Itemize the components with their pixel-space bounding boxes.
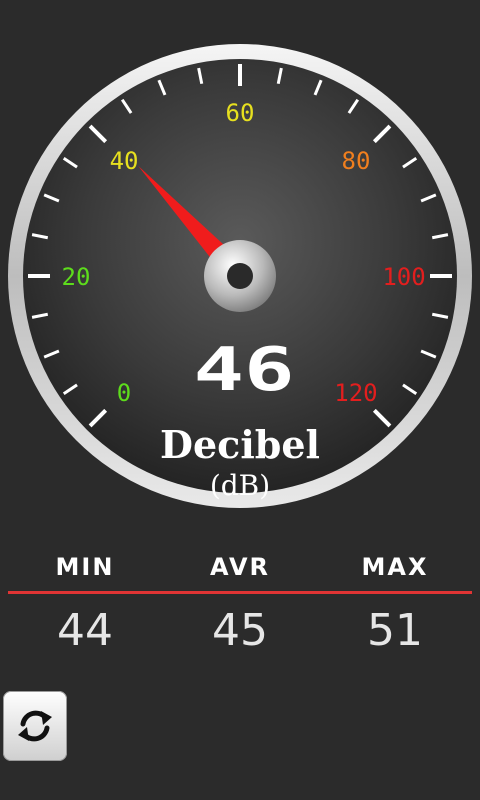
scale-label: 20 — [62, 263, 91, 291]
min-value: 44 — [57, 605, 113, 656]
decibel-reading: 46 — [193, 335, 294, 405]
refresh-button[interactable] — [3, 691, 67, 761]
scale-label: 0 — [117, 379, 131, 407]
avr-value: 45 — [212, 605, 268, 656]
unit-symbol: (dB) — [210, 469, 270, 502]
max-value: 51 — [367, 605, 423, 656]
scale-label: 40 — [110, 147, 139, 175]
avr-label: AVR — [210, 553, 270, 581]
stats-values: 44 45 51 — [8, 605, 472, 656]
scale-label: 100 — [382, 263, 425, 291]
stats-headers: MIN AVR MAX — [8, 553, 472, 581]
scale-label: 120 — [334, 379, 377, 407]
min-label: MIN — [55, 553, 115, 581]
scale-label: 80 — [342, 147, 371, 175]
gauge-hub-center — [227, 263, 253, 289]
max-label: MAX — [361, 553, 429, 581]
decibel-gauge: 0 20 40 60 80 100 120 46 Decibel (dB) — [8, 44, 472, 508]
unit-name: Decibel — [160, 422, 320, 467]
sound-meter-screen: 0 20 40 60 80 100 120 46 Decibel (dB) MIN AVR … — [0, 0, 480, 800]
scale-label: 60 — [226, 99, 255, 127]
refresh-icon — [18, 710, 52, 742]
stats-divider — [8, 591, 472, 594]
